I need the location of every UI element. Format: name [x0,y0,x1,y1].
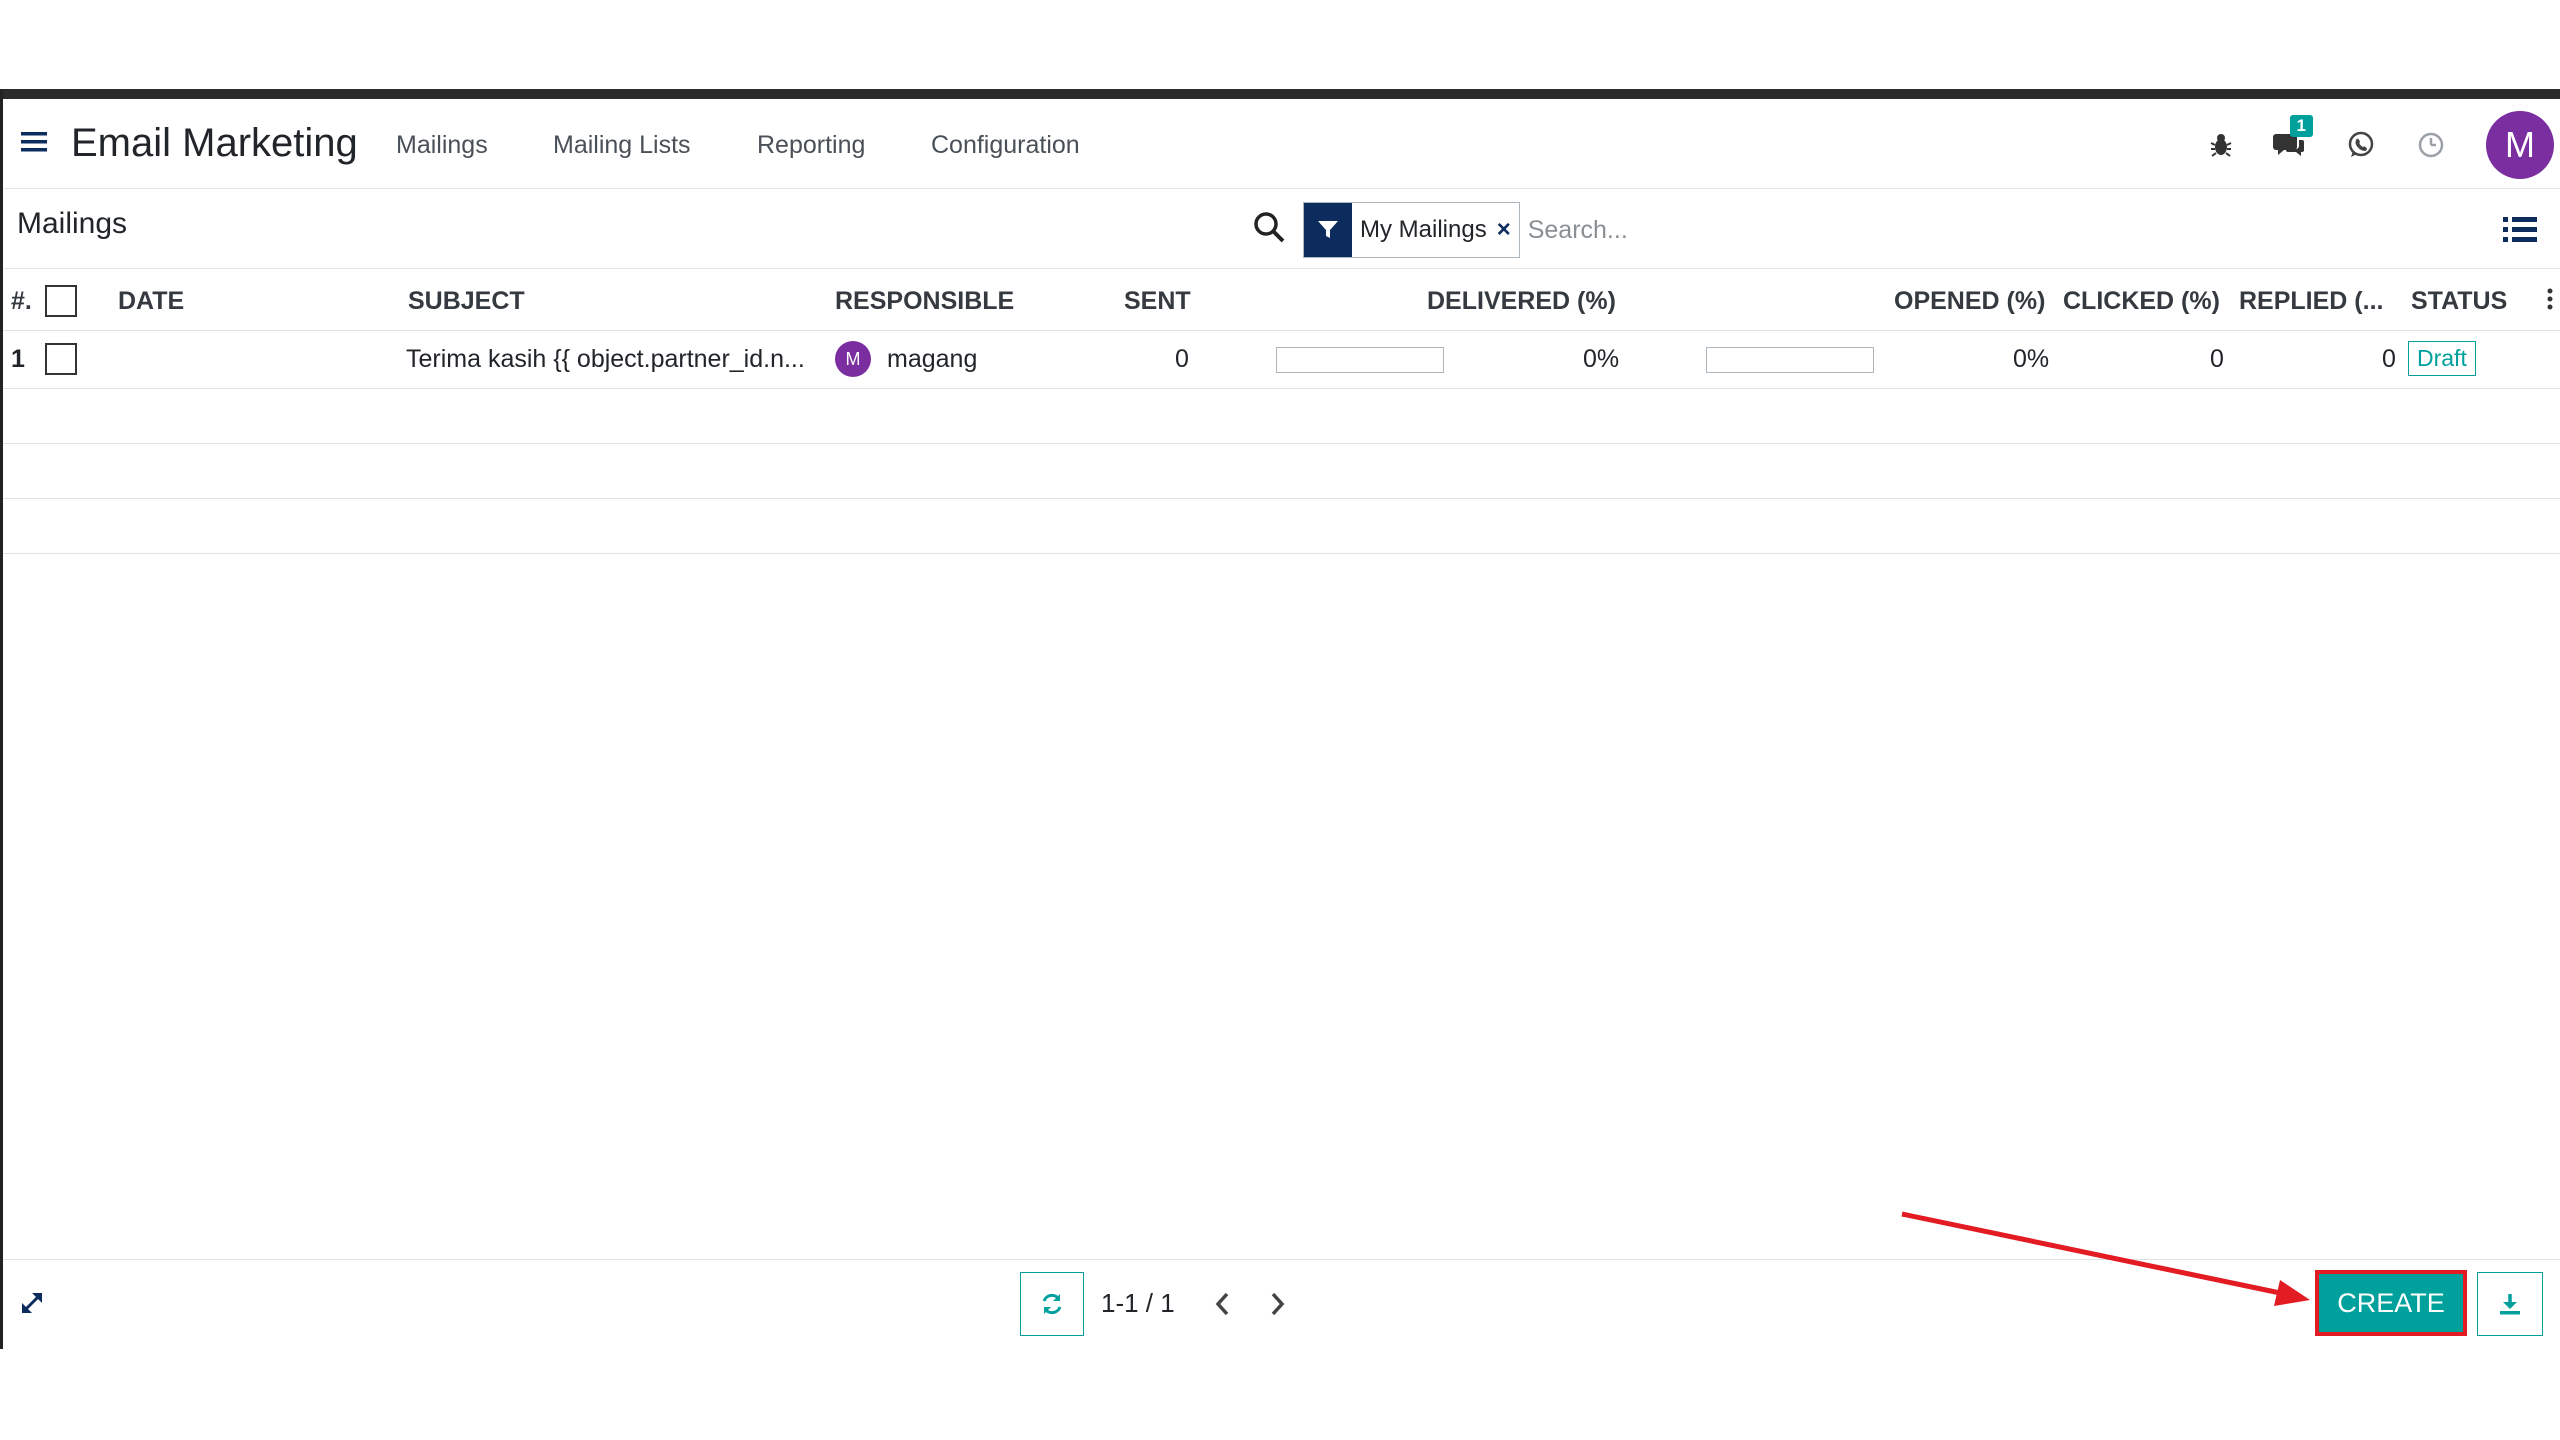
create-button[interactable]: CREATE [2315,1270,2467,1336]
pager-value[interactable]: 1-1 / 1 [1101,1288,1175,1319]
empty-row [3,444,2560,499]
row-checkbox[interactable] [45,343,77,375]
header-responsible[interactable]: RESPONSIBLE [835,287,1014,316]
select-all-checkbox[interactable] [45,285,77,317]
download-icon [2500,1294,2520,1315]
header-number: #. [11,287,32,315]
header-clicked[interactable]: CLICKED (%) [2063,287,2220,316]
status-badge: Draft [2408,341,2476,376]
cell-responsible: magang [887,345,978,373]
facet-remove-icon[interactable]: × [1495,203,1519,257]
cell-opened: 0% [2013,345,2050,373]
table-header: #. DATE SUBJECT RESPONSIBLE SENT DELIVER… [3,269,2560,331]
header-opened[interactable]: OPENED (%) [1894,287,2045,316]
table-row[interactable]: 1 Terima kasih {{ object.partner_id.n...… [3,331,2560,389]
header-sent[interactable]: SENT [1124,287,1191,316]
app-window: Email Marketing Mailings Mailing Lists R… [0,89,2560,1349]
clock-icon[interactable] [2409,123,2453,167]
filter-icon [1304,203,1352,257]
export-button[interactable] [2477,1272,2543,1336]
search-icon[interactable] [1249,207,1289,247]
hamburger-menu-icon[interactable] [19,127,49,157]
footer-bar: 1-1 / 1 CREATE [3,1259,2560,1349]
navbar: Email Marketing Mailings Mailing Lists R… [3,99,2560,189]
whatsapp-icon[interactable] [2339,123,2383,167]
empty-row [3,499,2560,554]
opened-progress-bar [1706,347,1874,373]
optional-columns-icon[interactable] [2545,287,2555,311]
expand-icon[interactable] [17,1288,47,1318]
header-status[interactable]: STATUS [2411,287,2507,316]
next-page-icon[interactable] [1261,1286,1293,1322]
menu-mailings[interactable]: Mailings [396,131,488,160]
search-facet[interactable]: My Mailings × [1303,202,1520,258]
user-avatar[interactable]: M [2486,111,2554,179]
window-top-border [3,89,2560,99]
search-bar: My Mailings × [1303,202,2403,258]
breadcrumb: Mailings [17,207,128,240]
header-replied[interactable]: REPLIED (... [2239,287,2383,316]
list-view-icon[interactable] [2500,209,2540,249]
control-panel: Mailings My Mailings × [3,189,2560,269]
menu-configuration[interactable]: Configuration [931,131,1080,160]
header-date[interactable]: DATE [118,287,184,316]
refresh-button[interactable] [1020,1272,1084,1336]
delivered-progress-bar [1276,347,1444,373]
header-subject[interactable]: SUBJECT [408,287,525,316]
menu-reporting[interactable]: Reporting [757,131,865,160]
menu-mailing-lists[interactable]: Mailing Lists [553,131,691,160]
header-delivered[interactable]: DELIVERED (%) [1427,287,1616,316]
cell-delivered: 0% [1583,345,1620,373]
row-number: 1 [11,345,25,373]
chat-icon[interactable]: 1 [2267,115,2313,167]
cell-clicked: 0 [2210,345,2224,373]
cell-subject: Terima kasih {{ object.partner_id.n... [406,345,805,373]
previous-page-icon[interactable] [1207,1286,1239,1322]
bug-icon[interactable] [2199,123,2243,167]
empty-row [3,389,2560,444]
cell-replied: 0 [2382,345,2396,373]
search-input[interactable] [1519,204,2030,256]
cell-sent: 0 [1175,345,1189,373]
responsible-avatar: M [835,341,871,377]
app-title[interactable]: Email Marketing [71,121,358,166]
facet-label: My Mailings [1360,216,1487,243]
refresh-icon [1042,1293,1062,1315]
chat-badge: 1 [2289,115,2313,137]
